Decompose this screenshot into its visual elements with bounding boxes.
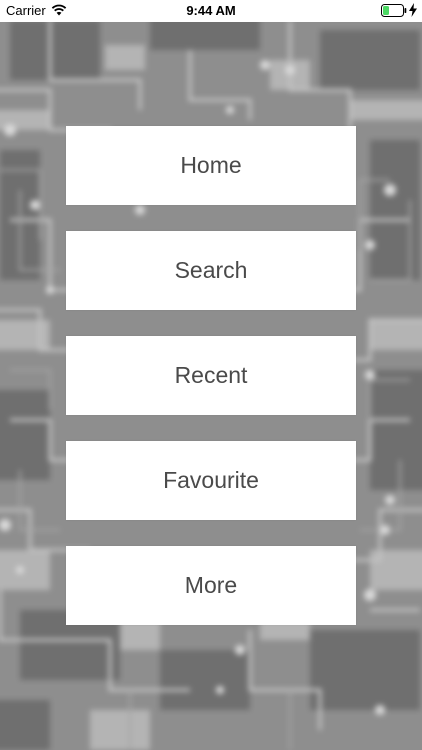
search-button[interactable]: Search	[66, 231, 356, 310]
status-bar: Carrier 9:44 AM	[0, 0, 422, 22]
charging-bolt-icon	[409, 3, 417, 17]
status-time: 9:44 AM	[186, 3, 236, 18]
recent-button[interactable]: Recent	[66, 336, 356, 415]
more-button[interactable]: More	[66, 546, 356, 625]
home-button[interactable]: Home	[66, 126, 356, 205]
battery-icon	[381, 4, 407, 17]
favourite-button[interactable]: Favourite	[66, 441, 356, 520]
main-menu: Home Search Recent Favourite More	[66, 126, 356, 625]
